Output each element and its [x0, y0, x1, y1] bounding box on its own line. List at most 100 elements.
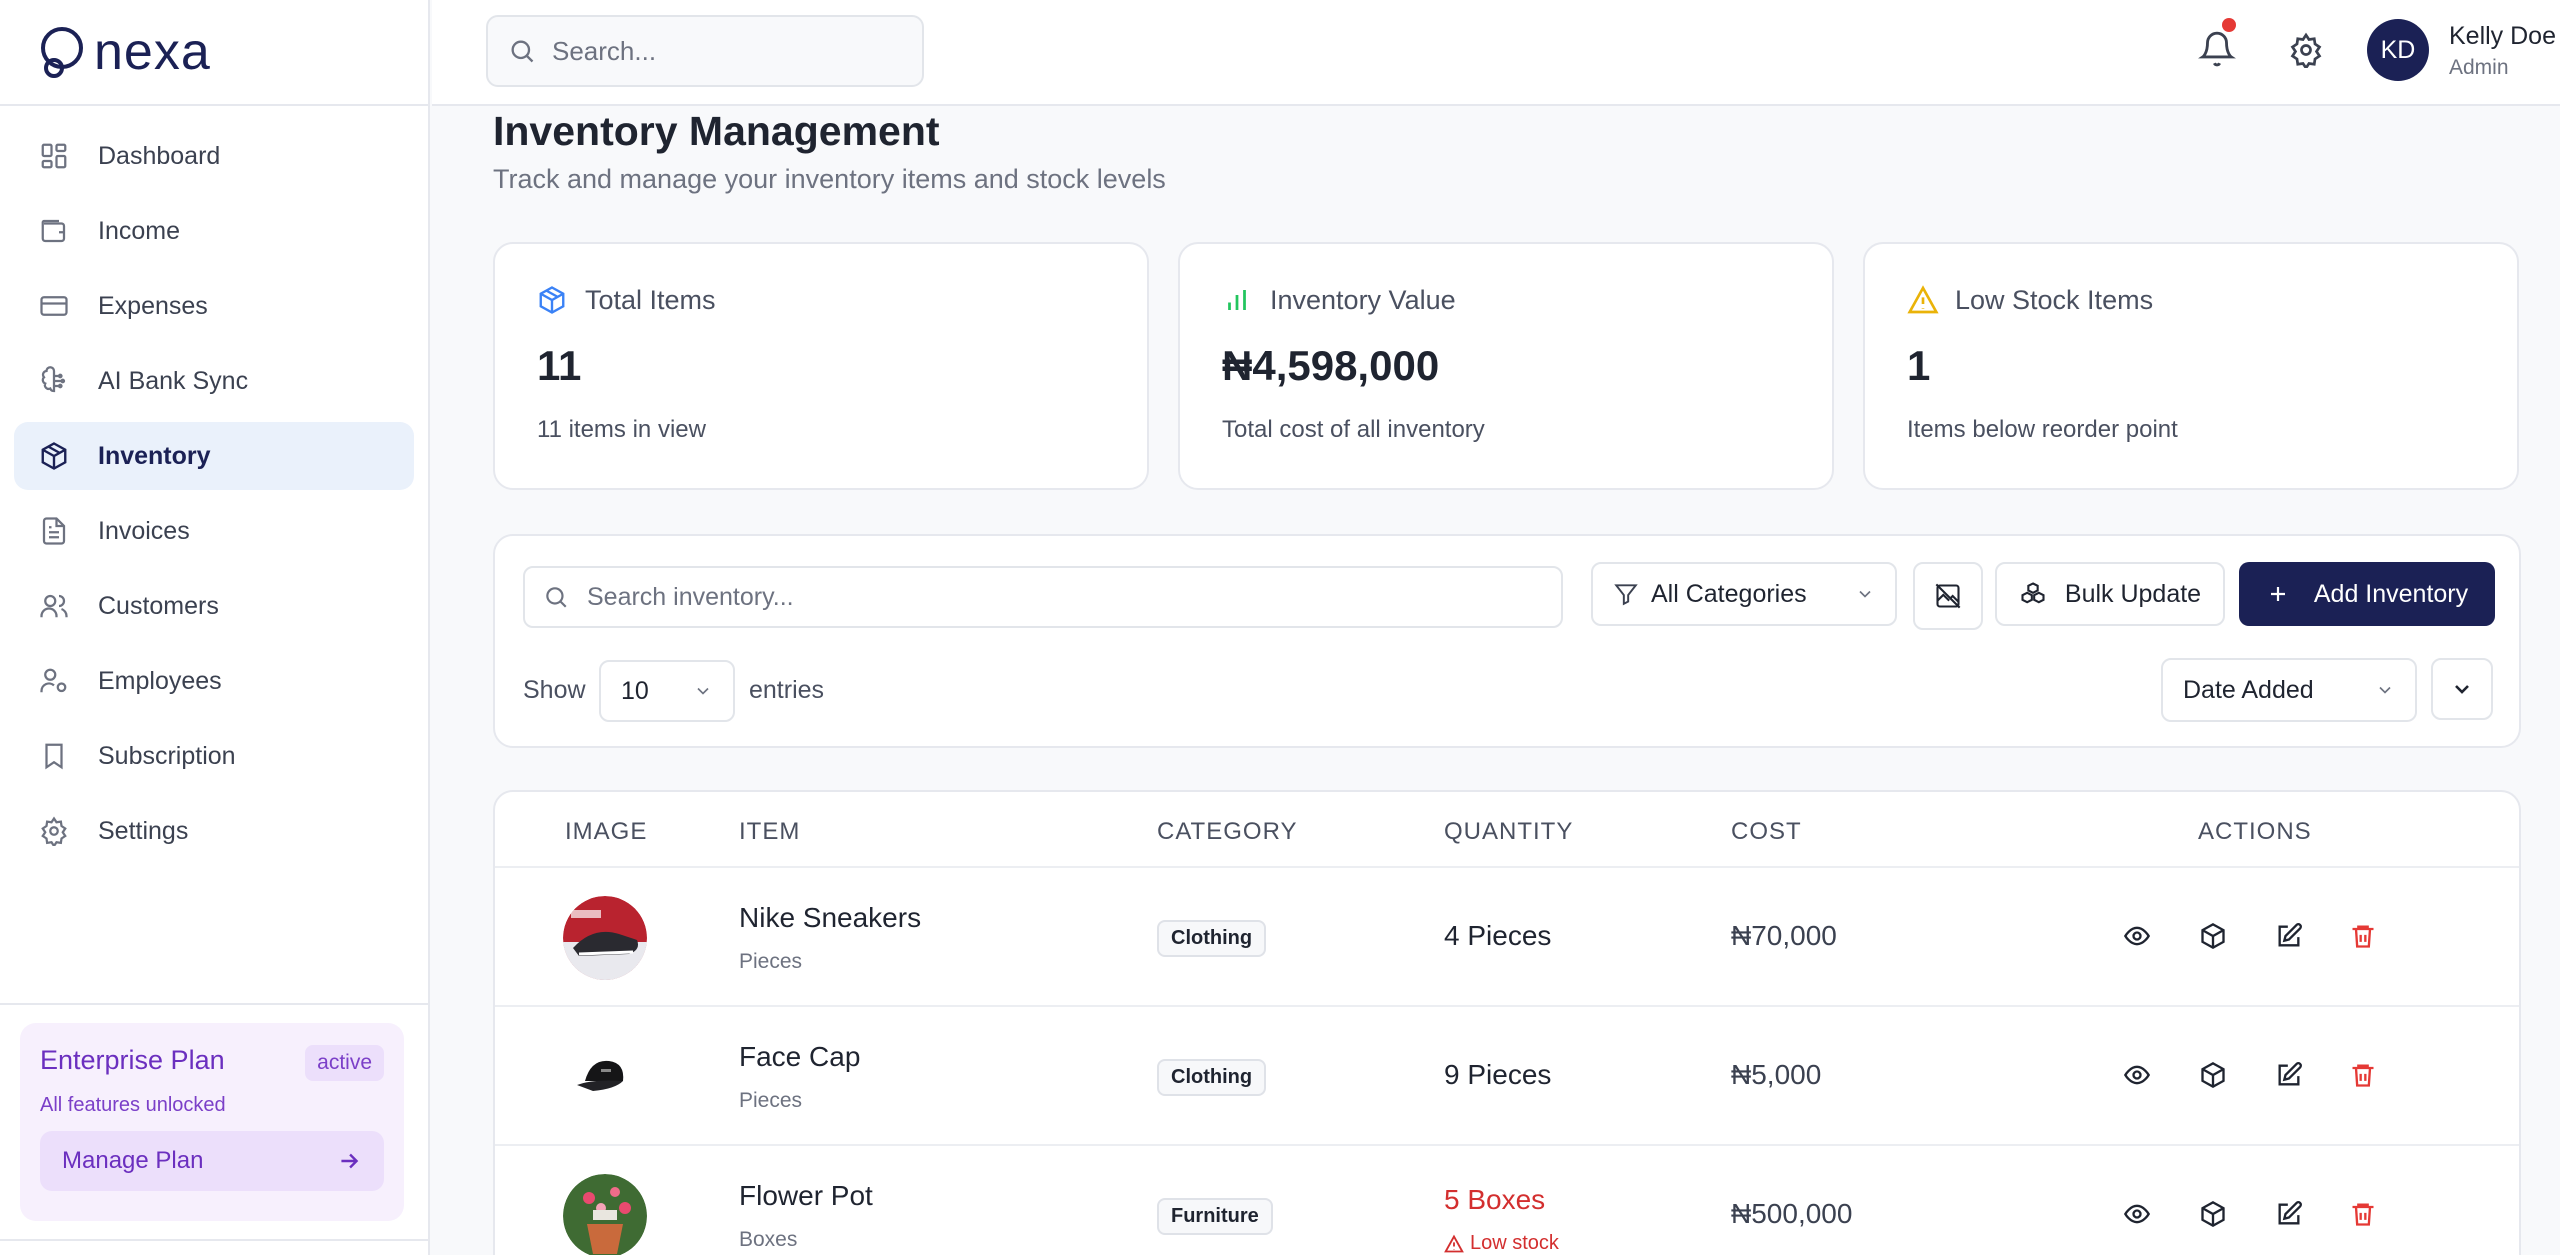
item-name[interactable]: Face Cap — [739, 1041, 860, 1073]
stat-value: ₦4,598,000 — [1222, 342, 1440, 389]
sort-direction-button[interactable] — [2431, 658, 2493, 720]
add-inventory-label: Add Inventory — [2313, 579, 2469, 608]
table-row[interactable]: Nike Sneakers Pieces Clothing 4 Pieces ₦… — [495, 868, 2519, 1007]
bar-chart-icon — [1222, 284, 1254, 316]
table-row[interactable]: Flower Pot Boxes Furniture 5 Boxes Low s… — [495, 1146, 2519, 1255]
sidebar-nav: Dashboard Income Expenses AI Bank Sync I… — [0, 106, 428, 865]
delete-button[interactable] — [2347, 920, 2379, 952]
toggle-images-button[interactable] — [1913, 562, 1983, 630]
users-icon — [38, 590, 70, 622]
sidebar-item-inventory[interactable]: Inventory — [14, 422, 414, 490]
column-header-item[interactable]: ITEM — [739, 818, 800, 846]
item-name[interactable]: Nike Sneakers — [739, 902, 921, 934]
delete-button[interactable] — [2347, 1198, 2379, 1230]
notifications-button[interactable] — [2198, 18, 2238, 70]
show-label: Show — [523, 676, 586, 704]
brain-icon — [38, 365, 70, 397]
edit-button[interactable] — [2273, 1198, 2305, 1230]
cost: ₦500,000 — [1731, 1198, 1853, 1229]
manage-plan-label: Manage Plan — [62, 1147, 204, 1174]
avatar[interactable]: KD — [2367, 19, 2429, 81]
column-header-quantity[interactable]: QUANTITY — [1444, 818, 1573, 846]
low-stock-label: Low stock — [1470, 1232, 1559, 1254]
stat-label: Low Stock Items — [1955, 284, 2154, 315]
sidebar-item-dashboard[interactable]: Dashboard — [14, 122, 414, 190]
sort-by-select[interactable]: Date Added — [2161, 658, 2417, 722]
column-header-actions: ACTIONS — [2198, 818, 2312, 845]
edit-button[interactable] — [2273, 1059, 2305, 1091]
stat-card-low-stock: Low Stock Items 1 Items below reorder po… — [1863, 242, 2519, 490]
sidebar-item-label: Income — [98, 216, 180, 245]
plan-status-badge: active — [305, 1045, 384, 1081]
stat-value: 1 — [1907, 342, 1931, 389]
divider — [0, 1003, 428, 1005]
stat-note: Total cost of all inventory — [1222, 416, 1485, 443]
bulk-update-button[interactable]: Bulk Update — [1995, 562, 2225, 626]
eye-icon — [2123, 1065, 2151, 1085]
stock-button[interactable] — [2197, 920, 2229, 952]
search-input[interactable] — [552, 35, 892, 67]
sidebar-item-subscription[interactable]: Subscription — [14, 722, 414, 790]
bookmark-icon — [38, 740, 70, 772]
edit-icon — [2278, 1062, 2302, 1086]
sidebar-item-label: Inventory — [98, 441, 211, 470]
sidebar-item-ai-bank-sync[interactable]: AI Bank Sync — [14, 347, 414, 415]
settings-button[interactable] — [2288, 32, 2328, 72]
stock-button[interactable] — [2197, 1198, 2229, 1230]
stat-note: Items below reorder point — [1907, 416, 2178, 443]
warning-icon — [1907, 284, 1939, 316]
sidebar-item-label: AI Bank Sync — [98, 366, 249, 395]
stock-button[interactable] — [2197, 1059, 2229, 1091]
category-filter-value: All Categories — [1651, 579, 1807, 608]
logo[interactable]: nexa — [36, 22, 211, 82]
inventory-search-input[interactable] — [587, 582, 1487, 612]
boxes-icon — [2021, 582, 2045, 604]
sidebar-item-expenses[interactable]: Expenses — [14, 272, 414, 340]
top-header: KD Kelly Doe Admin — [432, 0, 2560, 106]
sidebar-item-settings[interactable]: Settings — [14, 797, 414, 865]
brand-name: nexa — [94, 23, 211, 81]
sidebar-item-invoices[interactable]: Invoices — [14, 497, 414, 565]
sidebar: nexa Dashboard Income Expenses AI Bank S… — [0, 0, 430, 1255]
delete-button[interactable] — [2347, 1059, 2379, 1091]
entries-per-page-select[interactable]: 10 — [599, 660, 735, 722]
sidebar-item-label: Customers — [98, 591, 219, 620]
global-search[interactable] — [486, 15, 924, 87]
edit-button[interactable] — [2273, 920, 2305, 952]
manage-plan-button[interactable]: Manage Plan — [40, 1131, 384, 1191]
add-inventory-button[interactable]: Add Inventory — [2239, 562, 2495, 626]
column-header-cost[interactable]: COST — [1731, 818, 1802, 846]
column-header-category[interactable]: CATEGORY — [1157, 818, 1297, 846]
sidebar-item-customers[interactable]: Customers — [14, 572, 414, 640]
item-name[interactable]: Flower Pot — [739, 1180, 873, 1212]
package-icon — [2201, 922, 2225, 950]
cost: ₦5,000 — [1731, 1059, 1822, 1090]
quantity: 5 Boxes — [1444, 1184, 1546, 1215]
sidebar-item-label: Employees — [98, 666, 222, 695]
user-role: Admin — [2449, 56, 2509, 79]
user-cog-icon — [38, 665, 70, 697]
inventory-search[interactable] — [523, 566, 1563, 628]
sidebar-item-label: Dashboard — [98, 141, 221, 170]
stat-label: Total Items — [585, 284, 716, 315]
view-button[interactable] — [2121, 1059, 2153, 1091]
chevron-down-icon — [1859, 590, 1871, 598]
file-text-icon — [38, 515, 70, 547]
logo-mark-icon — [41, 27, 83, 78]
table-row[interactable]: Face Cap Pieces Clothing 9 Pieces ₦5,000 — [495, 1007, 2519, 1146]
filter-icon — [1614, 584, 1638, 606]
sidebar-item-income[interactable]: Income — [14, 197, 414, 265]
sidebar-item-label: Subscription — [98, 741, 236, 770]
sidebar-item-employees[interactable]: Employees — [14, 647, 414, 715]
category-filter-select[interactable]: All Categories — [1591, 562, 1897, 626]
sidebar-footer — [0, 1239, 428, 1255]
trash-icon — [2352, 925, 2374, 948]
stat-card-total-items: Total Items 11 11 items in view — [493, 242, 1149, 490]
grid-icon — [38, 140, 70, 172]
stat-value: 11 — [537, 342, 582, 389]
view-button[interactable] — [2121, 1198, 2153, 1230]
eye-icon — [2123, 1204, 2151, 1224]
bell-icon — [2198, 31, 2236, 67]
column-header-image[interactable]: IMAGE — [565, 818, 647, 846]
view-button[interactable] — [2121, 920, 2153, 952]
